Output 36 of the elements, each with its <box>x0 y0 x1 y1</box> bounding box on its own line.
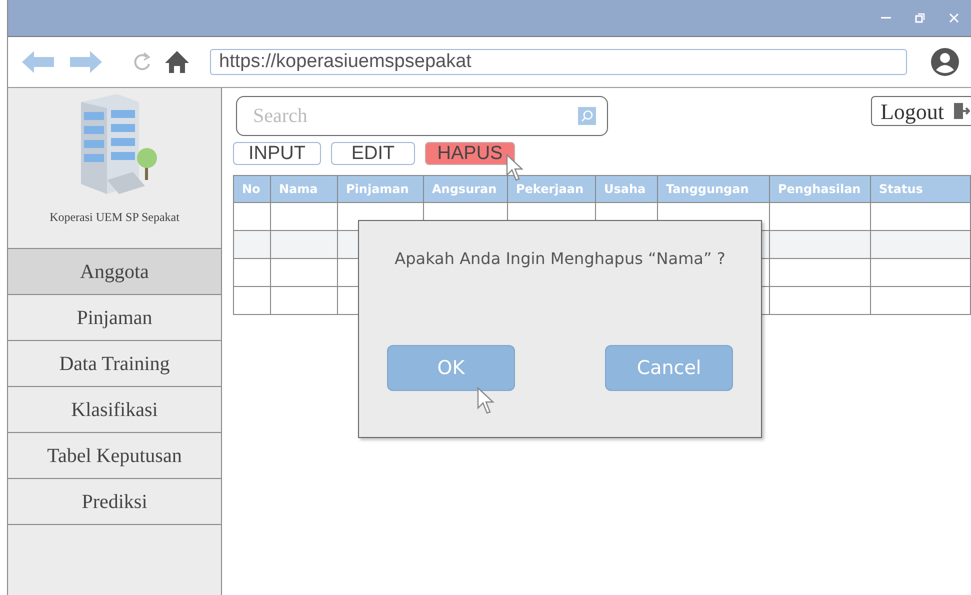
address-field[interactable]: https://koperasiuemspsepakat <box>210 49 907 75</box>
column-header: Pekerjaan <box>508 176 596 202</box>
user-avatar-icon[interactable] <box>931 48 959 76</box>
restore-icon[interactable] <box>915 13 925 23</box>
column-header: Angsuran <box>424 176 508 202</box>
exit-door-icon <box>952 102 970 120</box>
table-cell <box>270 258 338 286</box>
table-cell <box>270 286 338 314</box>
dialog-message: Apakah Anda Ingin Menghapus “Nama” ? <box>394 248 726 270</box>
back-arrow-icon[interactable] <box>20 48 56 76</box>
reload-icon[interactable] <box>132 51 152 73</box>
column-header: Status <box>870 176 970 202</box>
table-cell <box>234 230 270 258</box>
logo-caption: Koperasi UEM SP Sepakat <box>50 209 180 226</box>
column-header: Penghasilan <box>770 176 870 202</box>
close-icon[interactable] <box>949 13 959 23</box>
table-cell <box>270 202 338 230</box>
sidebar-item[interactable]: Anggota <box>8 249 221 295</box>
action-button[interactable]: EDIT <box>331 142 415 165</box>
search-icon[interactable] <box>578 107 596 125</box>
home-icon[interactable] <box>164 50 190 74</box>
forward-arrow-icon[interactable] <box>68 48 104 76</box>
minimize-icon[interactable] <box>881 17 891 19</box>
table-cell <box>234 202 270 230</box>
search-field[interactable]: Search <box>236 96 608 136</box>
logout-button[interactable]: Logout <box>871 96 971 126</box>
column-header: Tanggungan <box>658 176 770 202</box>
action-button[interactable]: HAPUS <box>425 142 515 165</box>
column-header: Nama <box>270 176 338 202</box>
column-header: Usaha <box>596 176 658 202</box>
table-cell <box>234 286 270 314</box>
table-cell <box>270 230 338 258</box>
column-header: No <box>234 176 270 202</box>
action-button[interactable]: INPUT <box>233 142 321 165</box>
table-cell <box>234 258 270 286</box>
column-header: Pinjaman <box>338 176 424 202</box>
